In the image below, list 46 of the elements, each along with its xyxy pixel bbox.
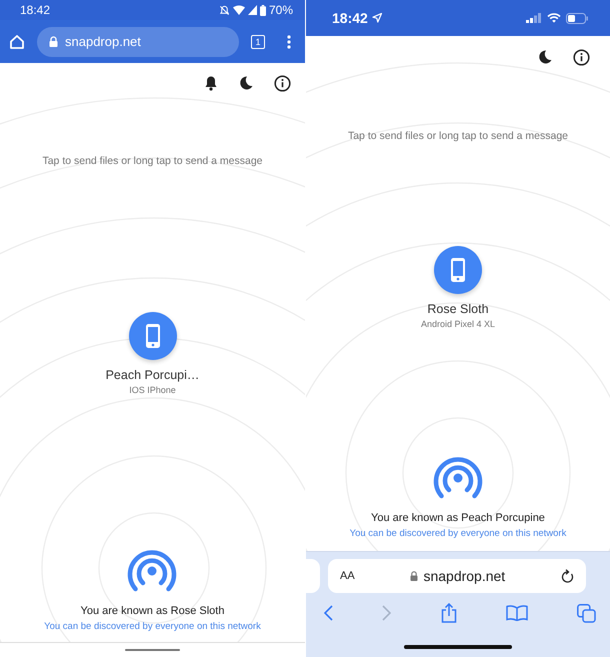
battery-percentage: 70%: [268, 3, 293, 17]
address-bar[interactable]: snapdrop.net: [37, 26, 239, 56]
own-name-text: You are known as Rose Sloth: [80, 605, 224, 617]
muted-bell-icon: [218, 4, 230, 16]
hint-text: Tap to send files or long tap to send a message: [42, 155, 263, 167]
peer-device-name: IOS IPhone: [129, 385, 176, 395]
gesture-handle[interactable]: [125, 648, 180, 652]
bell-icon[interactable]: [204, 75, 218, 91]
moon-icon[interactable]: [238, 75, 254, 91]
address-bar[interactable]: AA snapdrop.net: [328, 559, 586, 593]
hint-text: Tap to send files or long tap to send a message: [348, 130, 568, 142]
clock-time: 18:42: [20, 3, 50, 17]
location-arrow-icon: [372, 13, 382, 23]
broadcast-icon: [432, 454, 483, 500]
reload-icon[interactable]: [560, 569, 574, 583]
phone-avatar-icon[interactable]: [128, 312, 176, 360]
signal-bars-icon: [526, 13, 542, 23]
wifi-icon: [232, 5, 245, 15]
battery-icon: [566, 12, 588, 24]
broadcast-icon: [127, 547, 178, 593]
lock-icon: [410, 571, 418, 581]
discoverable-text: You can be discovered by everyone on this network: [44, 621, 261, 632]
wifi-icon: [547, 13, 561, 23]
own-name-text: You are known as Peach Porcupine: [371, 512, 545, 524]
tabs-icon[interactable]: [577, 604, 596, 622]
clock-time: 18:42: [332, 10, 368, 26]
discoverable-text: You can be discovered by everyone on this network: [350, 528, 566, 539]
phone-avatar-icon[interactable]: [434, 246, 482, 294]
signal-icon: [248, 5, 257, 15]
book-icon[interactable]: [506, 605, 528, 621]
info-icon[interactable]: [573, 48, 590, 66]
peer-device-name: Android Pixel 4 XL: [420, 319, 496, 329]
lock-icon: [49, 36, 58, 47]
back-chevron-icon[interactable]: [324, 605, 333, 621]
peer-name: Peach Porcupi…: [106, 368, 200, 382]
tab-count-button[interactable]: 1: [251, 34, 265, 48]
share-icon[interactable]: [440, 603, 456, 623]
battery-icon: [260, 4, 266, 16]
moon-icon[interactable]: [537, 49, 553, 65]
menu-icon[interactable]: [287, 34, 291, 48]
text-size-button[interactable]: AA: [340, 570, 355, 582]
home-icon[interactable]: [9, 34, 25, 50]
url-text: snapdrop.net: [423, 568, 506, 584]
url-text: snapdrop.net: [65, 34, 141, 49]
info-icon[interactable]: [274, 74, 291, 92]
peer-name: Rose Sloth: [427, 302, 489, 316]
